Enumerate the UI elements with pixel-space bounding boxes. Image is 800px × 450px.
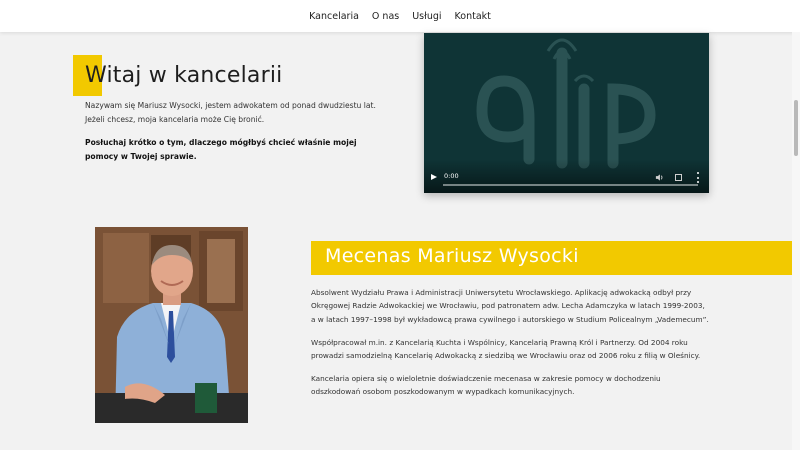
scrollbar-thumb[interactable]: [794, 100, 798, 156]
name-heading-band: Mecenas Mariusz Wysocki: [311, 241, 793, 275]
nav-item-kancelaria[interactable]: Kancelaria: [309, 11, 359, 22]
more-options-icon[interactable]: [696, 172, 700, 183]
portrait-illustration: [95, 227, 248, 423]
nav-item-kontakt[interactable]: Kontakt: [455, 11, 491, 22]
hero-title: Witaj w kancelarii: [85, 63, 283, 88]
top-navigation: Kancelaria O nas Usługi Kontakt: [0, 0, 800, 32]
nav-item-o-nas[interactable]: O nas: [372, 11, 399, 22]
video-player[interactable]: 0:00: [424, 33, 709, 193]
hero-cta-text: Posłuchaj krótko o tym, dlaczego mógłbyś…: [85, 138, 357, 161]
nav-item-uslugi[interactable]: Usługi: [412, 11, 441, 22]
page-scrollbar[interactable]: [792, 32, 800, 450]
volume-icon[interactable]: [655, 173, 664, 182]
video-time: 0:00: [444, 172, 459, 180]
bio-paragraph-practice: Kancelaria opiera się o wieloletnie dośw…: [311, 374, 661, 397]
video-progress-bar[interactable]: [443, 184, 698, 186]
video-controls: 0:00: [424, 159, 709, 193]
fullscreen-icon[interactable]: [675, 174, 682, 181]
bio-paragraph-education: Absolwent Wydziału Prawa i Administracji…: [311, 288, 709, 324]
play-icon[interactable]: [431, 174, 437, 180]
bio-paragraph-career: Współpracował m.in. z Kancelarią Kuchta …: [311, 338, 701, 361]
hero-intro-text: Nazywam się Mariusz Wysocki, jestem adwo…: [85, 101, 376, 124]
attorney-name: Mecenas Mariusz Wysocki: [325, 245, 579, 267]
attorney-portrait: [95, 227, 248, 423]
